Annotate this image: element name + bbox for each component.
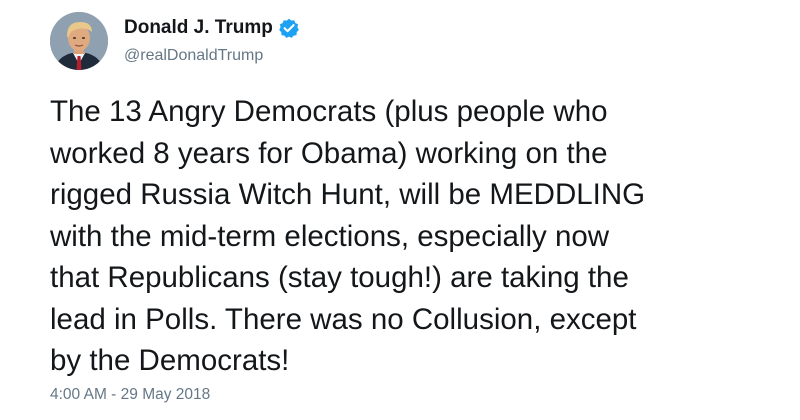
author-name-row: Donald J. Trump [124,15,299,41]
verified-badge-icon [279,18,299,38]
profile-photo-icon [50,12,108,70]
tweet-text-line: rigged Russia Witch Hunt, will be MEDDLI… [50,178,646,211]
tweet-text-line: worked 8 years for Obama) working on the [50,136,608,170]
tweet-text-line: with the mid-term elections, especially … [50,219,610,253]
tweet-timestamp[interactable]: 4:00 AM - 29 May 2018 [50,386,210,404]
author-avatar[interactable] [50,12,108,70]
author-handle[interactable]: @realDonaldTrump [124,47,263,65]
tweet-text-line: lead in Polls. There was no Collusion, e… [50,302,637,336]
tweet-text-line: by the Democrats! [50,344,290,377]
tweet-card: Donald J. Trump @realDonaldTrump The 13 … [0,0,800,420]
tweet-text: The 13 Angry Democrats (plus people who … [50,91,770,382]
tweet-text-line: The 13 Angry Democrats (plus people who [50,95,608,128]
tweet-text-line: that Republicans (stay tough!) are takin… [50,261,629,294]
author-display-name[interactable]: Donald J. Trump [124,17,273,39]
